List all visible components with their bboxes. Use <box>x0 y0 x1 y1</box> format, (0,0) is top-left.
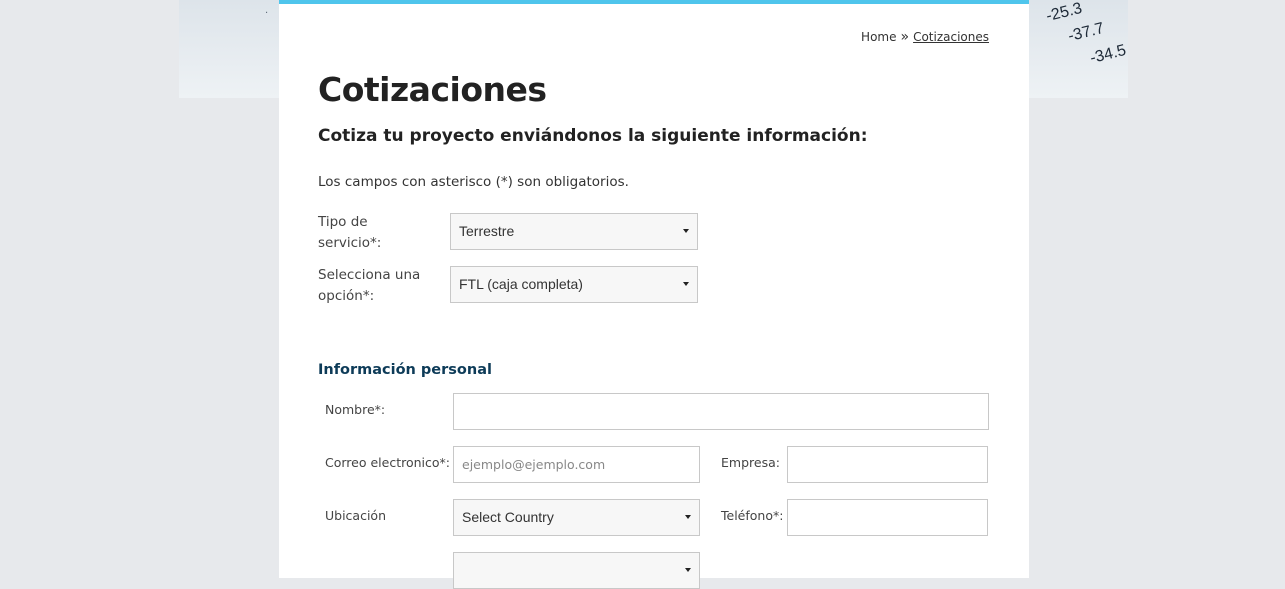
hero-number: -34.5 <box>1088 41 1128 68</box>
mark: · <box>265 8 269 19</box>
personal-info-title: Información personal <box>318 362 492 378</box>
company-label: Empresa: <box>721 455 780 470</box>
option-value: FTL (caja completa) <box>459 276 583 292</box>
phone-label: Teléfono*: <box>721 508 784 523</box>
chevron-down-icon <box>685 515 691 519</box>
location-label: Ubicación <box>325 508 387 523</box>
email-placeholder: ejemplo@ejemplo.com <box>462 457 606 472</box>
service-type-label: Tipo de servicio*: <box>318 212 381 254</box>
hero-numbers: -25.3 -37.7 -34.5 <box>1028 0 1128 98</box>
option-label-line: Selecciona una <box>318 267 421 283</box>
service-type-value: Terrestre <box>459 223 515 239</box>
phone-field[interactable] <box>787 499 988 536</box>
hero-number: -37.7 <box>1066 19 1106 46</box>
option-select[interactable]: FTL (caja completa) <box>450 266 698 303</box>
name-label: Nombre*: <box>325 402 386 417</box>
state-select[interactable] <box>453 552 700 589</box>
name-field[interactable] <box>453 393 989 430</box>
service-type-label-line: Tipo de <box>318 214 368 230</box>
hero-number: -25.3 <box>1044 0 1084 26</box>
chevron-down-icon <box>685 568 691 572</box>
option-label: Selecciona una opción*: <box>318 265 420 307</box>
breadcrumb-separator: » <box>900 29 910 45</box>
service-type-select[interactable]: Terrestre <box>450 213 698 250</box>
country-select[interactable]: Select Country <box>453 499 700 536</box>
chevron-down-icon <box>683 229 689 233</box>
page-subtitle: Cotiza tu proyecto enviándonos la siguie… <box>318 126 868 146</box>
breadcrumb-current[interactable]: Cotizaciones <box>913 30 989 44</box>
accent-bar <box>279 0 1029 4</box>
option-label-line: opción*: <box>318 288 375 304</box>
breadcrumb-home[interactable]: Home <box>861 30 896 44</box>
email-label: Correo electronico*: <box>325 455 450 470</box>
country-value: Select Country <box>462 509 554 525</box>
breadcrumb: Home » Cotizaciones <box>861 29 989 45</box>
content-card: Home» Cotizaciones Cotizaciones Cotiza tu… <box>279 0 1029 589</box>
required-note: Los campos con asterisco (*) son obligat… <box>318 174 629 190</box>
email-field[interactable]: ejemplo@ejemplo.com <box>453 446 700 483</box>
chevron-down-icon <box>683 282 689 286</box>
service-type-label-line: servicio*: <box>318 235 382 251</box>
decorative-marks: · <box>265 8 268 19</box>
company-field[interactable] <box>787 446 988 483</box>
page-title: Cotizaciones <box>318 70 547 109</box>
